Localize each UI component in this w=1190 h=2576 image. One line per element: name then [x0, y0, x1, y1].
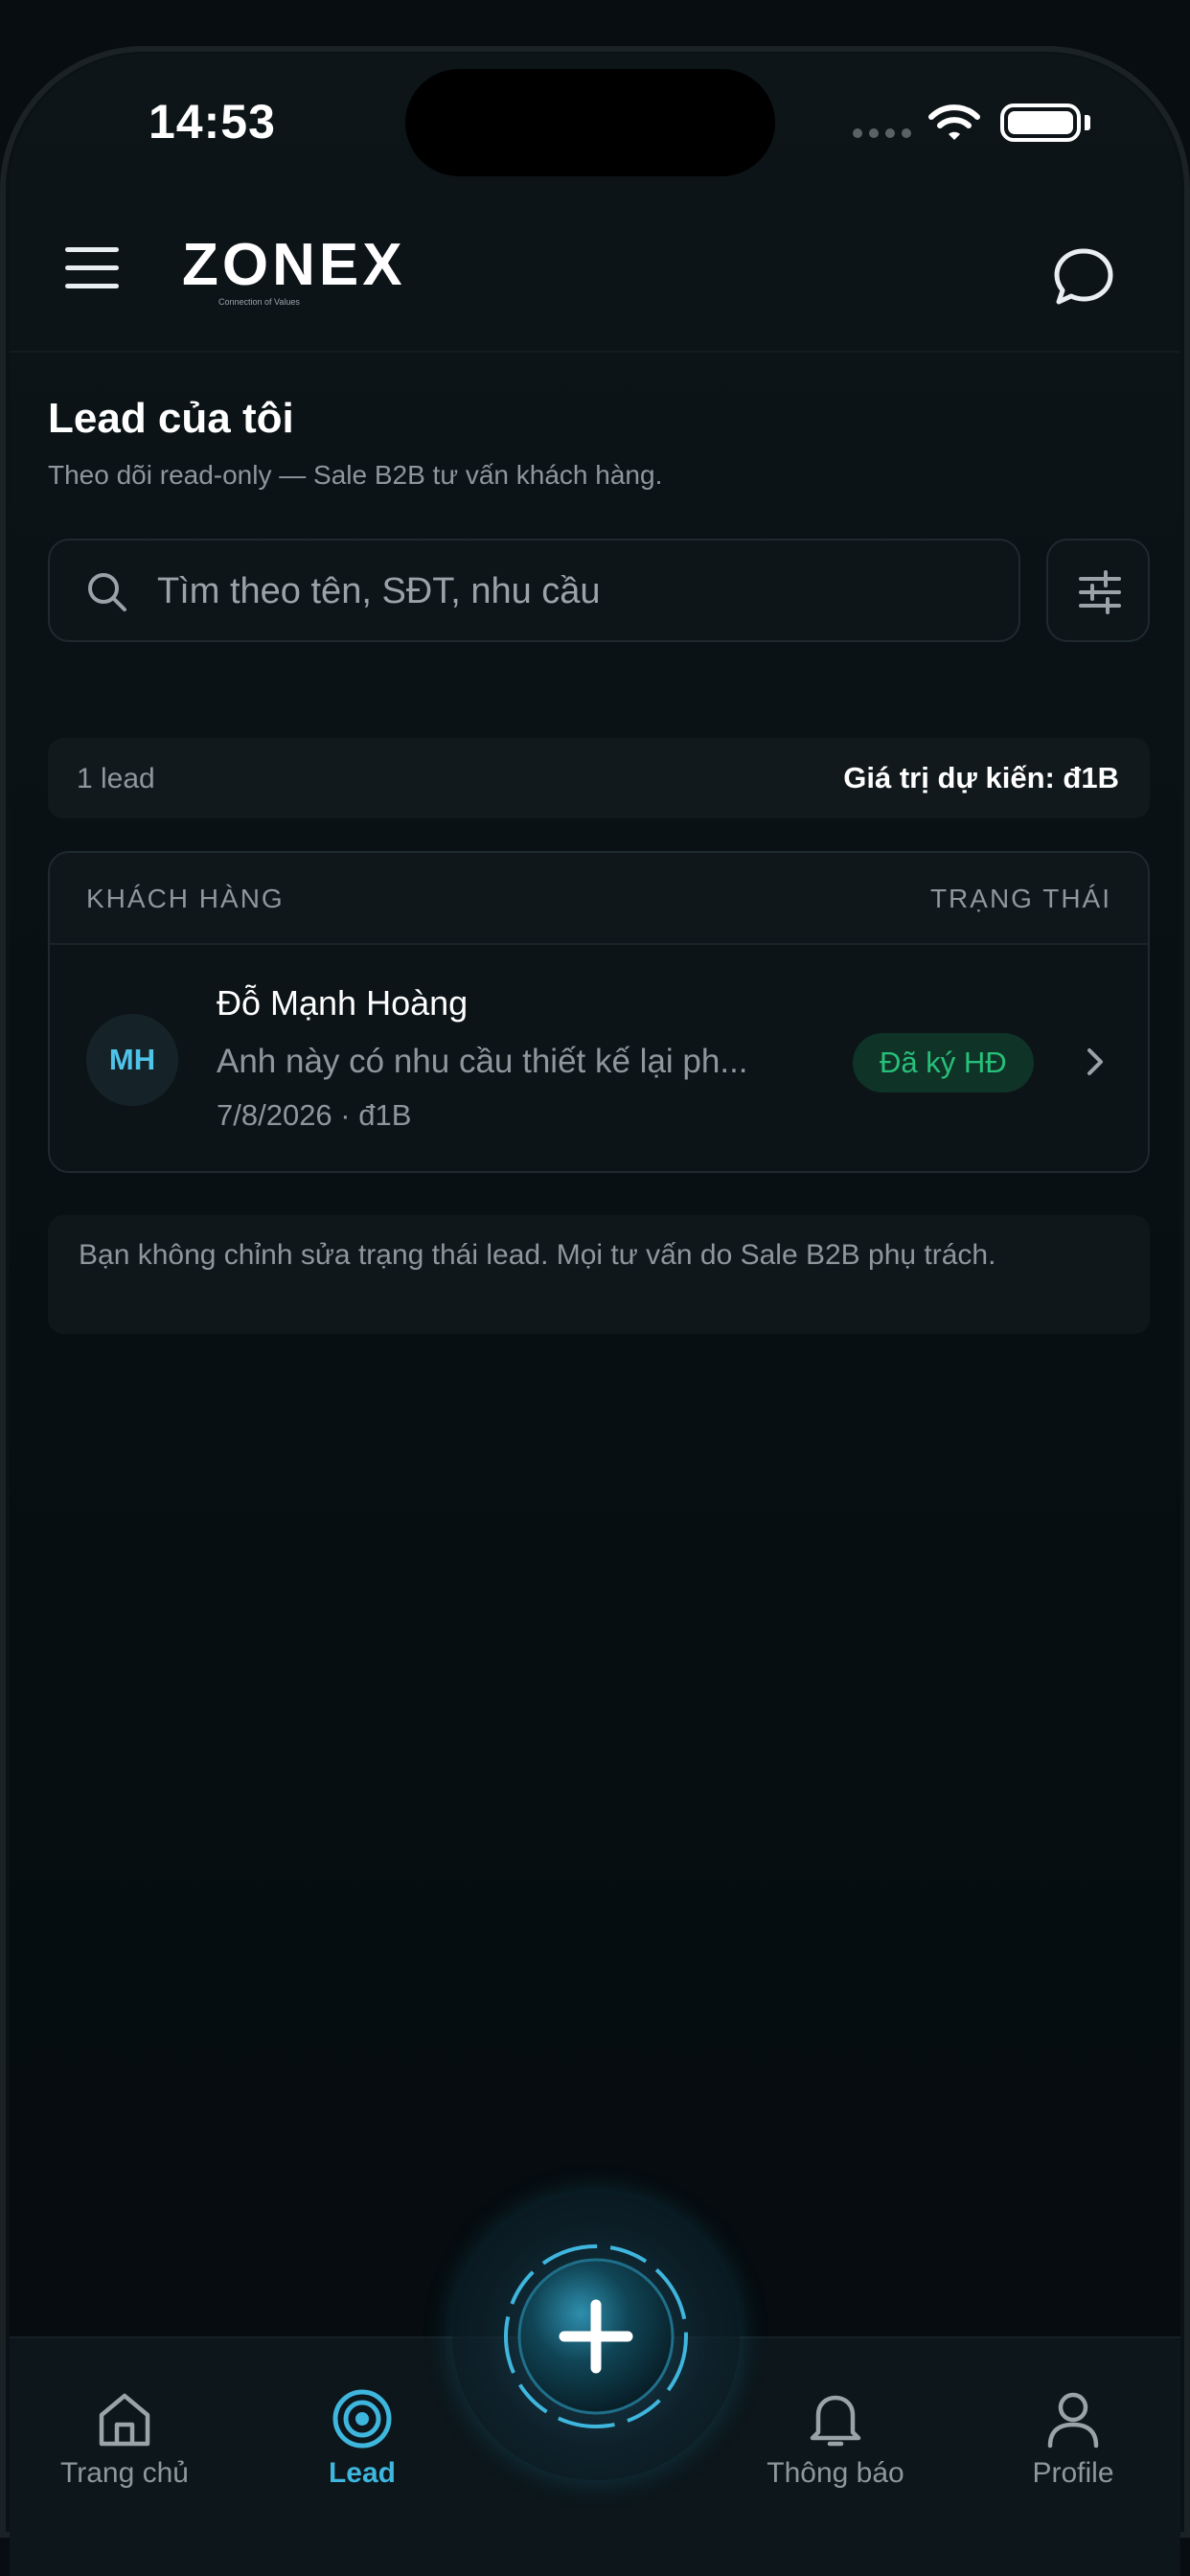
column-customer: KHÁCH HÀNG [86, 884, 285, 913]
battery-icon [1000, 104, 1081, 142]
target-icon [332, 2389, 392, 2449]
status-badge: Đã ký HĐ [853, 1033, 1034, 1092]
app-header: ZONEX Connection of Values [10, 197, 1180, 353]
table-header: KHÁCH HÀNG TRẠNG THÁI [50, 853, 1148, 945]
search-input[interactable] [155, 560, 983, 623]
chevron-right-icon [1087, 1048, 1103, 1075]
lead-name: Đỗ Mạnh Hoàng [217, 983, 469, 1023]
table-row[interactable]: MH Đỗ Mạnh Hoàng Anh này có nhu cầu thiế… [50, 945, 1148, 1171]
dynamic-island [405, 69, 775, 176]
expected-value: Giá trị dự kiến: đ1B [843, 761, 1119, 794]
bell-icon [810, 2395, 861, 2447]
menu-icon[interactable] [65, 247, 119, 291]
info-note: Bạn không chỉnh sửa trạng thái lead. Mọi… [48, 1215, 1150, 1334]
logo-text: ZONEX [182, 232, 406, 298]
phone-frame: 14:53 ZONEX Connection of Values Lead củ… [0, 0, 1190, 2576]
sliders-icon [1079, 570, 1121, 614]
page-title: Lead của tôi [48, 395, 294, 442]
user-icon [1047, 2392, 1099, 2449]
wifi-icon [928, 104, 980, 140]
info-note-text: Bạn không chỉnh sửa trạng thái lead. Mọi… [79, 1239, 996, 1271]
search-icon [88, 573, 126, 611]
tab-home[interactable]: Trang chủ [29, 2338, 220, 2501]
tab-notifications-label: Thông báo [767, 2457, 904, 2489]
lead-meta: 7/8/2026 · đ1B [217, 1098, 412, 1132]
cellular-signal-icon [853, 128, 911, 138]
chat-icon[interactable] [1050, 243, 1117, 310]
search-box[interactable] [48, 539, 1020, 642]
tab-lead[interactable]: Lead [266, 2338, 458, 2501]
zonex-logo: ZONEX Connection of Values [182, 232, 406, 308]
column-status: TRẠNG THÁI [929, 884, 1111, 913]
page-subtitle: Theo dõi read-only — Sale B2B tư vấn khá… [48, 460, 663, 490]
lead-description: Anh này có nhu cầu thiết kế lại ph... [217, 1043, 748, 1080]
tab-home-label: Trang chủ [60, 2457, 189, 2489]
battery-tip [1085, 115, 1090, 130]
home-icon [99, 2393, 150, 2447]
status-time: 14:53 [149, 95, 276, 149]
lead-count: 1 lead [77, 763, 155, 794]
tab-profile[interactable]: Profile [977, 2338, 1169, 2501]
tab-notifications[interactable]: Thông báo [740, 2338, 931, 2501]
lead-summary: 1 lead Giá trị dự kiến: đ1B [48, 738, 1150, 818]
tab-profile-label: Profile [1032, 2457, 1114, 2489]
add-button[interactable] [501, 2242, 691, 2431]
logo-tagline: Connection of Values [218, 297, 300, 307]
filter-button[interactable] [1046, 539, 1150, 642]
screen: 14:53 ZONEX Connection of Values Lead củ… [10, 54, 1180, 2576]
lead-table: KHÁCH HÀNG TRẠNG THÁI MH Đỗ Mạnh Hoàng A… [48, 851, 1150, 1173]
status-bar: 14:53 [10, 54, 1180, 197]
avatar: MH [86, 1014, 178, 1106]
tab-lead-label: Lead [328, 2457, 397, 2489]
